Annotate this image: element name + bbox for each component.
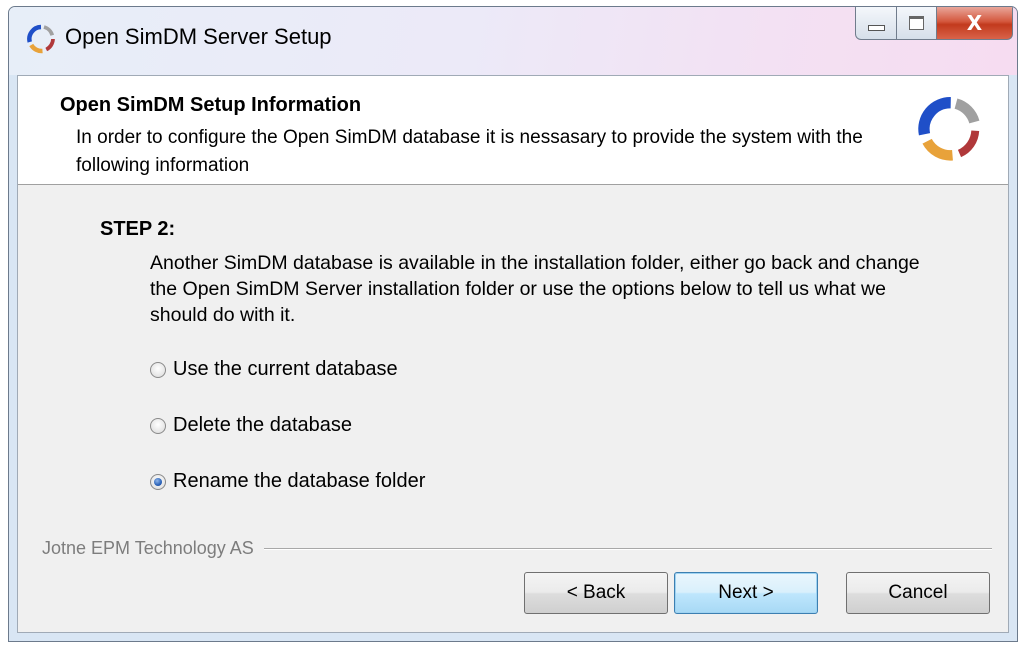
setup-window: Open SimDM Server Setup X Open SimDM Set… xyxy=(8,6,1018,642)
option-label: Rename the database folder xyxy=(173,470,426,492)
branding-separator: Jotne EPM Technology AS xyxy=(42,538,992,559)
caption-buttons: X xyxy=(855,7,1013,43)
title-bar[interactable]: Open SimDM Server Setup X xyxy=(9,7,1017,75)
radio-button[interactable] xyxy=(150,417,166,434)
option-label: Delete the database xyxy=(173,414,353,436)
back-button[interactable]: < Back xyxy=(524,572,668,614)
header-title: Open SimDM Setup Information xyxy=(60,94,362,116)
window-title: Open SimDM Server Setup xyxy=(65,24,332,49)
next-button[interactable]: Next > xyxy=(674,572,818,614)
option-label: Use the current database xyxy=(173,358,398,380)
maximize-button[interactable] xyxy=(897,7,937,40)
simdm-logo-icon xyxy=(27,24,55,54)
dialog-body: Open SimDM Setup Information In order to… xyxy=(17,75,1009,633)
maximize-icon xyxy=(909,16,924,30)
header-panel: Open SimDM Setup Information In order to… xyxy=(18,76,1008,185)
option-rename-database-folder[interactable]: Rename the database folder xyxy=(150,470,425,493)
option-use-current-database[interactable]: Use the current database xyxy=(150,358,398,381)
cancel-button[interactable]: Cancel xyxy=(846,572,990,614)
minimize-button[interactable] xyxy=(855,7,897,40)
branding-text: Jotne EPM Technology AS xyxy=(42,538,254,558)
step-title: STEP 2: xyxy=(100,218,176,240)
simdm-logo-icon xyxy=(918,97,980,161)
step-description: Another SimDM database is available in t… xyxy=(150,252,920,326)
header-description: In order to configure the Open SimDM dat… xyxy=(76,127,863,176)
separator-line xyxy=(263,547,992,550)
minimize-icon xyxy=(867,25,885,31)
close-button[interactable]: X xyxy=(937,7,1013,40)
radio-button[interactable] xyxy=(150,361,166,378)
option-delete-database[interactable]: Delete the database xyxy=(150,414,352,437)
radio-button-selected[interactable] xyxy=(150,473,166,490)
close-icon: X xyxy=(966,11,983,35)
